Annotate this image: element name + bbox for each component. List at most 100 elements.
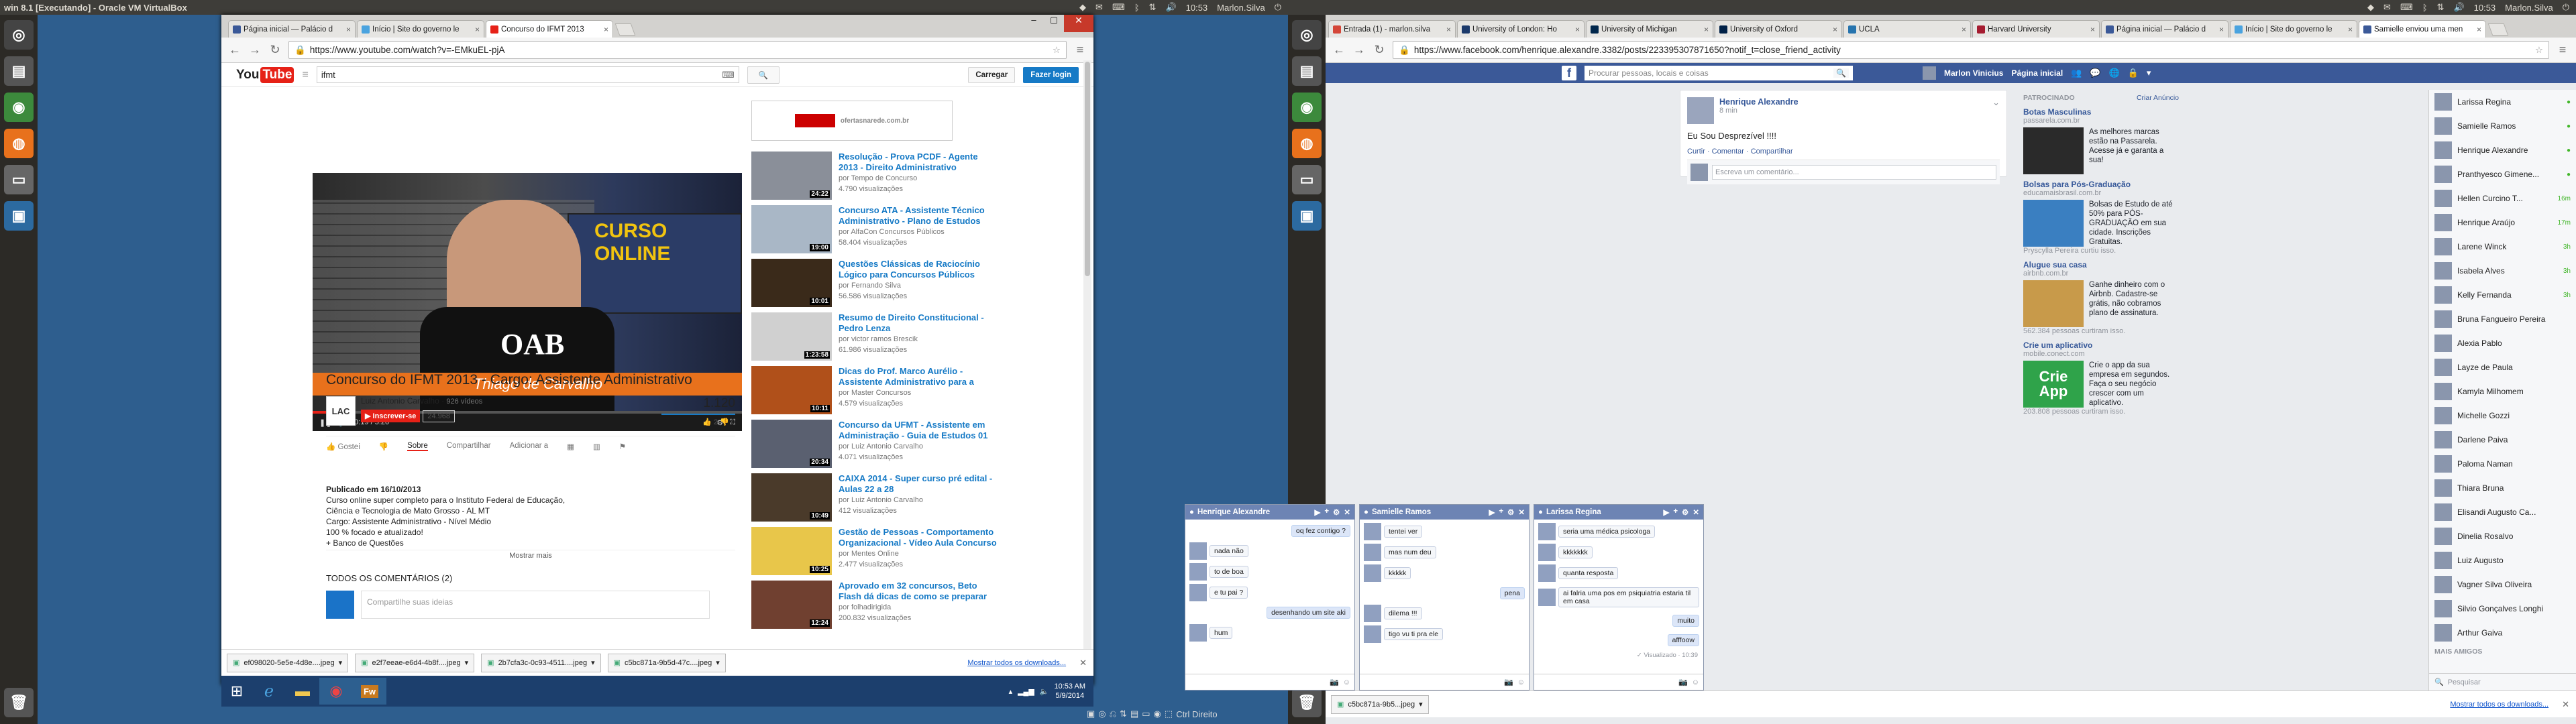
network-icon[interactable]: ▂▄▆	[1018, 687, 1034, 696]
explorer-icon[interactable]: ▬	[286, 678, 319, 705]
close-icon[interactable]: ×	[2090, 25, 2095, 34]
chevron-down-icon[interactable]: ▾	[716, 658, 720, 667]
close-icon[interactable]: ×	[2219, 25, 2224, 34]
recommendation-title[interactable]: Concurso da UFMT - Assistente em Adminis…	[839, 420, 1000, 441]
ad-title[interactable]: Alugue sua casa	[2023, 260, 2179, 269]
download-item[interactable]: ▣ 2b7cfa3c-0c93-4511....jpeg ▾	[481, 653, 601, 672]
post-author[interactable]: Henrique Alexandre	[1719, 97, 1799, 107]
close-icon[interactable]: ×	[1704, 25, 1709, 34]
volume-icon[interactable]: 🔊	[1165, 2, 1176, 13]
ad-item[interactable]: Alugue sua casa airbnb.com.br Ganhe dinhei…	[2023, 260, 2179, 335]
facebook-logo-icon[interactable]: f	[1562, 66, 1576, 80]
post-time[interactable]: 8 min	[1719, 107, 1799, 115]
tab-gmail[interactable]: Entrada (1) - marlon.silva ×	[1328, 20, 1456, 38]
firefox-icon[interactable]: ◍	[1292, 129, 1322, 158]
create-ad-link[interactable]: Criar Anúncio	[2137, 94, 2179, 102]
url-bar[interactable]: 🔒 https://www.facebook.com/henrique.alex…	[1393, 41, 2549, 59]
chat-friend[interactable]: Hellen Curcino T... 16m	[2429, 186, 2576, 210]
chat-name[interactable]: Henrique Alexandre	[1197, 508, 1270, 516]
close-icon[interactable]: ✕	[1344, 507, 1350, 517]
recommendation-item[interactable]: 19:00 Concurso ATA - Assistente Técnico A…	[751, 205, 1000, 253]
show-all-downloads-link[interactable]: Mostrar todos os downloads...	[2450, 701, 2548, 709]
chat-friend[interactable]: Bruna Fangueiro Pereira	[2429, 307, 2576, 331]
chat-friend[interactable]: Kamyla Milhomem	[2429, 379, 2576, 404]
video-thumbnail[interactable]: 24:22	[751, 152, 832, 200]
power-icon[interactable]: ⏻	[1275, 2, 1281, 13]
transcript-icon[interactable]: ▦	[567, 442, 574, 451]
chat-window[interactable]: ● Samielle Ramos ▶ + ⚙ ✕ tentei ver mas num deu…	[1359, 504, 1529, 690]
url-bar[interactable]: 🔒 https://www.youtube.com/watch?v=-EMkuE…	[288, 41, 1067, 59]
recommendation-title[interactable]: Resolução - Prova PCDF - Agente 2013 - D…	[839, 152, 1000, 173]
video-thumbnail[interactable]: 10:25	[751, 527, 832, 575]
firefox-icon[interactable]: ◍	[4, 129, 34, 158]
star-icon[interactable]: ☆	[1053, 45, 1061, 56]
recommendation-title[interactable]: Resumo de Direito Constitucional - Pedro…	[839, 312, 1000, 334]
post-actions[interactable]: Curtir · Comentar · Compartilhar	[1680, 141, 2006, 160]
profile-avatar[interactable]	[1923, 66, 1936, 80]
recommendation-item[interactable]: 24:22 Resolução - Prova PCDF - Agente 201…	[751, 152, 1000, 200]
close-icon[interactable]: ×	[2348, 25, 2353, 34]
mail-icon[interactable]: ✉	[1095, 2, 1103, 13]
files-icon[interactable]: ▤	[1292, 56, 1322, 86]
tab-share[interactable]: Compartilhar	[447, 442, 491, 451]
disk-icon[interactable]: ▭	[4, 165, 34, 194]
close-icon[interactable]: ✕	[1073, 658, 1093, 668]
video-thumbnail[interactable]: 1:23:58	[751, 312, 832, 361]
show-more-button[interactable]: Mostrar mais	[326, 550, 735, 561]
sidebar-ad[interactable]: ofertasnarede.com.br	[751, 101, 953, 141]
tab-palacio[interactable]: Página inicial — Palácio d ×	[228, 20, 356, 38]
user-right[interactable]: Marlon.Silva	[2505, 3, 2553, 13]
subscribe-button[interactable]: ▶ Inscrever-se	[361, 410, 421, 422]
tab-facebook[interactable]: Samielle enviou uma men ×	[2359, 20, 2486, 38]
ad-image[interactable]: Crie App	[2023, 361, 2084, 408]
chat-name[interactable]: Samielle Ramos	[1372, 508, 1431, 516]
camera-icon[interactable]: 📷	[1330, 678, 1339, 686]
chat-window[interactable]: ● Henrique Alexandre ▶ + ⚙ ✕ oq fez contigo ? n…	[1185, 504, 1355, 690]
keyboard-icon[interactable]: ⌨	[2400, 2, 2413, 13]
chat-friend[interactable]: Silvio Gonçalves Longhi	[2429, 597, 2576, 621]
dropbox-icon[interactable]: ◆	[2367, 2, 2374, 13]
chat-friend[interactable]: Dinelia Rosalvo	[2429, 524, 2576, 548]
dislike-button[interactable]: 👎	[379, 442, 388, 451]
close-icon[interactable]: ×	[2477, 25, 2481, 34]
dash-icon[interactable]: ◎	[1292, 20, 1322, 50]
login-button[interactable]: Fazer login	[1023, 66, 1079, 83]
messages-icon[interactable]: 💬	[2090, 68, 2100, 78]
settings-icon[interactable]: ⚙	[1682, 507, 1688, 517]
close-icon[interactable]: ✕	[1693, 507, 1699, 517]
video-thumbnail[interactable]: 10:01	[751, 259, 832, 307]
youtube-logo[interactable]: You Tube	[236, 66, 294, 83]
chat-friend[interactable]: Elisandi Augusto Ca...	[2429, 500, 2576, 524]
ie-icon[interactable]: ℯ	[252, 678, 286, 705]
tab-governo[interactable]: Início | Site do governo le ×	[357, 20, 484, 38]
recommendation-item[interactable]: 10:01 Questões Clássicas de Raciocínio Ló…	[751, 259, 1000, 307]
new-tab-button[interactable]	[2487, 23, 2509, 36]
mail-icon[interactable]: ✉	[2383, 2, 2391, 13]
volume-icon[interactable]: 🔊	[2453, 2, 2464, 13]
chat-friend[interactable]: Paloma Naman	[2429, 452, 2576, 476]
ad-item[interactable]: Botas Masculinas passarela.com.br As melho…	[2023, 107, 2179, 174]
ad-image[interactable]	[2023, 200, 2084, 247]
add-friend-icon[interactable]: +	[1673, 507, 1678, 517]
windows-start-icon[interactable]: ⊞	[221, 676, 252, 707]
close-icon[interactable]: ×	[1575, 25, 1580, 34]
search-button[interactable]: 🔍	[747, 66, 780, 84]
minimize-icon[interactable]: –	[1024, 15, 1044, 32]
privacy-icon[interactable]: 🔒	[2128, 68, 2139, 78]
chat-friend[interactable]: Kelly Fernanda 3h	[2429, 283, 2576, 307]
close-icon[interactable]: ×	[475, 25, 480, 34]
fb-search-input[interactable]: Procurar pessoas, locais e coisas 🔍	[1585, 66, 1853, 80]
post-author-avatar[interactable]	[1687, 97, 1714, 124]
menu-icon[interactable]: ≡	[2556, 43, 2569, 57]
dropbox-icon[interactable]: ◆	[1079, 2, 1086, 13]
menu-icon[interactable]: ≡	[1073, 43, 1087, 57]
chat-friend[interactable]: Layze de Paula	[2429, 355, 2576, 379]
ad-title[interactable]: Botas Masculinas	[2023, 107, 2179, 117]
settings-icon[interactable]: ⚙	[1333, 507, 1340, 517]
chrome-icon[interactable]: ◉	[4, 93, 34, 122]
recommendation-title[interactable]: Questões Clássicas de Raciocínio Lógico …	[839, 259, 1000, 280]
recommendation-item[interactable]: 12:24 Aprovado em 32 concursos, Beto Flas…	[751, 581, 1000, 629]
chrome-taskbar-icon[interactable]: ◉	[319, 678, 353, 705]
settings-icon[interactable]: ▾	[2147, 68, 2151, 78]
chat-friend[interactable]: Darlene Paiva	[2429, 428, 2576, 452]
